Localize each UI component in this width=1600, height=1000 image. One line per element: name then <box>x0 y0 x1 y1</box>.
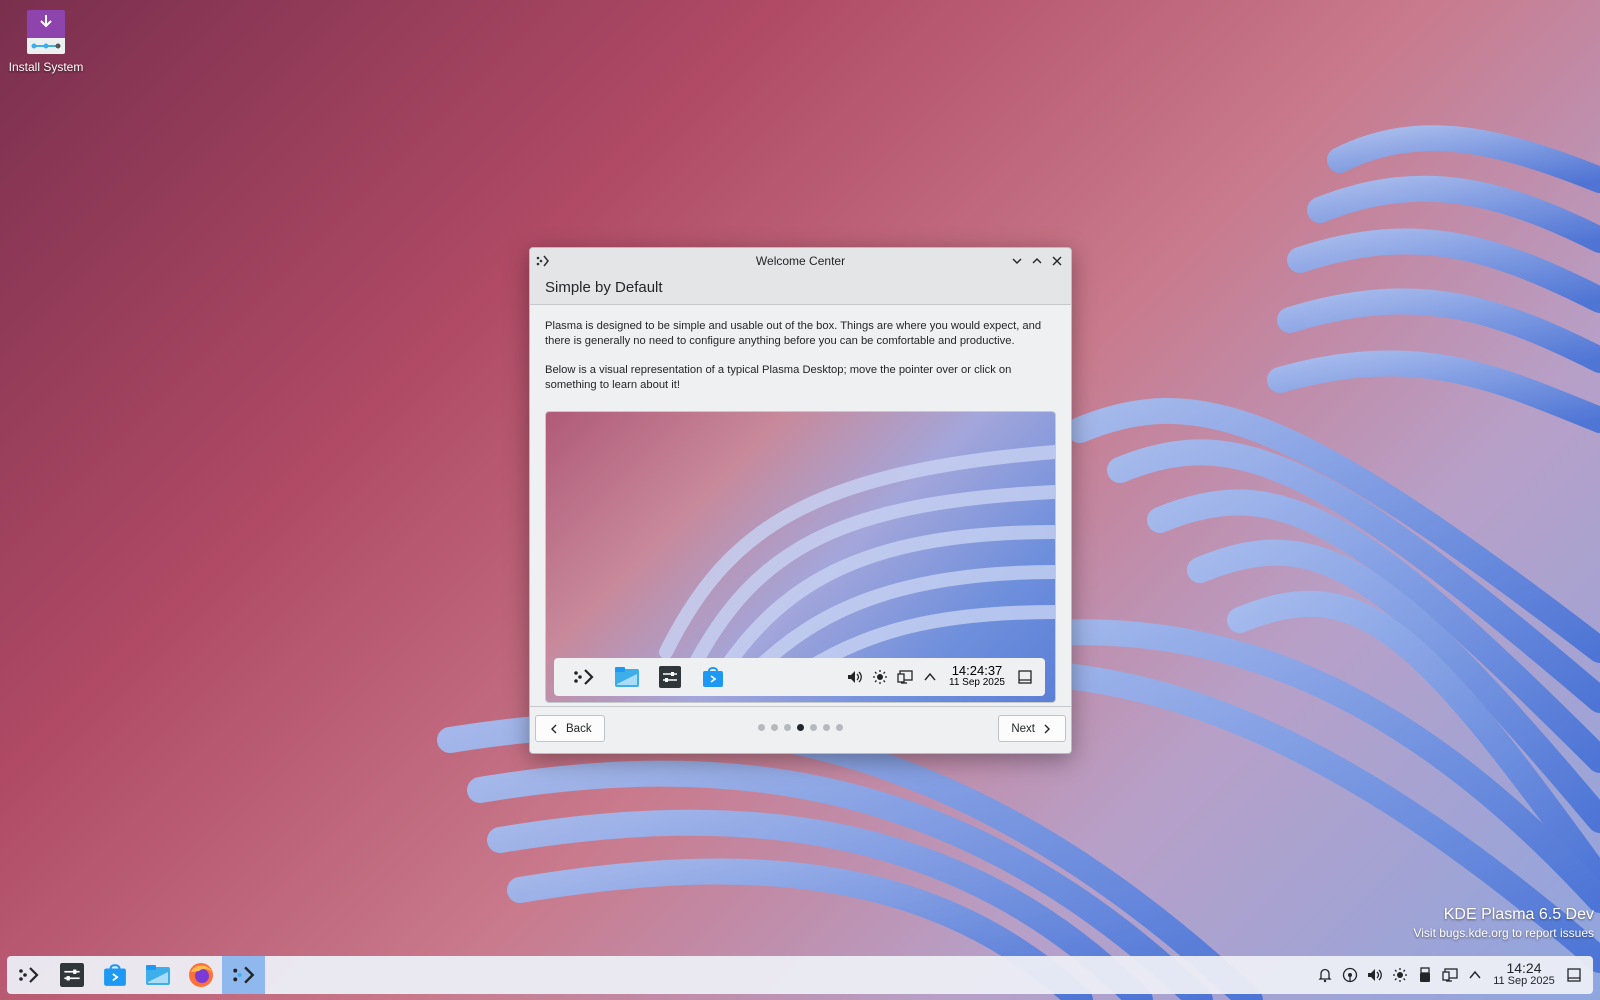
chevron-right-icon <box>1044 724 1050 733</box>
welcome-center-window: Welcome Center Simple by Default Plasma … <box>529 247 1072 754</box>
expand-tray-icon <box>923 672 936 681</box>
discover-icon <box>702 667 723 687</box>
preview-volume[interactable] <box>842 669 867 685</box>
watermark-subtitle: Visit bugs.kde.org to report issues <box>1413 926 1594 940</box>
taskbar-panel: 14:24 11 Sep 2025 <box>7 956 1593 994</box>
tray-expand[interactable] <box>1462 968 1487 982</box>
tray-notifications[interactable] <box>1312 967 1337 983</box>
show-desktop-icon <box>1017 670 1032 684</box>
firefox-icon <box>188 963 213 987</box>
tray-display[interactable] <box>1437 967 1462 983</box>
usb-icon <box>1419 967 1430 982</box>
task-firefox[interactable] <box>179 956 222 994</box>
tray-usb[interactable] <box>1412 967 1437 983</box>
page-dot-current[interactable] <box>797 724 804 731</box>
preview-clock[interactable]: 14:24:37 11 Sep 2025 <box>942 663 1012 689</box>
window-titlebar[interactable]: Welcome Center <box>530 248 1071 274</box>
watermark-title: KDE Plasma 6.5 Dev <box>1443 906 1594 923</box>
page-dot[interactable] <box>784 724 791 731</box>
show-desktop-icon <box>1567 968 1581 982</box>
chevron-up-icon <box>1032 258 1042 264</box>
preview-display[interactable] <box>892 669 917 685</box>
desktop-icon-install-system[interactable]: Install System <box>8 10 84 74</box>
page-dot[interactable] <box>771 724 778 731</box>
next-button[interactable]: Next <box>998 715 1066 742</box>
chevron-down-icon <box>1012 258 1022 264</box>
clock-time: 14:24 <box>1506 960 1542 976</box>
install-system-icon <box>27 10 65 54</box>
description-paragraph: Plasma is designed to be simple and usab… <box>545 320 1042 347</box>
discover-icon <box>103 964 126 986</box>
page-indicator <box>530 724 1071 731</box>
network-icon <box>1342 967 1357 983</box>
preview-expand-tray[interactable] <box>917 670 942 684</box>
page-title: Simple by Default <box>530 274 1071 305</box>
preview-brightness[interactable] <box>867 669 892 685</box>
desktop-preview[interactable]: 14:24:37 11 Sep 2025 <box>545 411 1056 703</box>
desktop-icon-label: Install System <box>8 60 84 74</box>
tray-brightness[interactable] <box>1387 967 1412 983</box>
tray-network[interactable] <box>1337 967 1362 983</box>
page-dot[interactable] <box>758 724 765 731</box>
page-body: Plasma is designed to be simple and usab… <box>530 305 1071 393</box>
display-icon <box>1441 968 1458 982</box>
dolphin-icon <box>145 965 170 985</box>
preview-clock-time: 14:24:37 <box>951 663 1003 678</box>
brightness-icon <box>1392 968 1407 982</box>
page-dot[interactable] <box>836 724 843 731</box>
kde-launcher-icon <box>18 967 39 983</box>
preview-show-desktop[interactable] <box>1012 670 1037 684</box>
close-icon <box>1052 256 1062 266</box>
volume-icon <box>1367 969 1382 981</box>
expand-tray-icon <box>1468 970 1481 979</box>
volume-icon <box>847 671 862 683</box>
system-settings-icon <box>658 666 681 688</box>
clock-date: 11 Sep 2025 <box>1493 975 1555 987</box>
plasma-watermark: KDE Plasma 6.5 Dev Visit bugs.kde.org to… <box>1413 906 1594 940</box>
task-dolphin[interactable] <box>136 956 179 994</box>
page-dot[interactable] <box>810 724 817 731</box>
minimize-button[interactable] <box>1007 251 1027 271</box>
preview-panel[interactable]: 14:24:37 11 Sep 2025 <box>554 658 1045 696</box>
welcome-center-icon <box>232 966 254 984</box>
page-dot[interactable] <box>823 724 830 731</box>
close-button[interactable] <box>1047 251 1067 271</box>
dialog-footer: Back Next <box>530 706 1071 753</box>
tray-volume[interactable] <box>1362 967 1387 983</box>
notifications-icon <box>1317 968 1332 983</box>
application-launcher-button[interactable] <box>7 956 50 994</box>
task-welcome-center[interactable] <box>222 956 265 994</box>
task-system-settings[interactable] <box>50 956 93 994</box>
preview-launcher[interactable] <box>562 659 605 695</box>
display-icon <box>896 670 913 684</box>
task-discover[interactable] <box>93 956 136 994</box>
preview-file-manager[interactable] <box>605 659 648 695</box>
preview-clock-date: 11 Sep 2025 <box>949 677 1005 688</box>
preview-discover[interactable] <box>691 659 734 695</box>
maximize-button[interactable] <box>1027 251 1047 271</box>
show-desktop-button[interactable] <box>1561 968 1587 982</box>
dolphin-icon <box>614 667 639 687</box>
instruction-paragraph: Below is a visual representation of a ty… <box>545 364 1012 391</box>
kde-launcher-icon <box>573 669 594 685</box>
next-label: Next <box>1011 722 1035 735</box>
brightness-icon <box>872 670 887 684</box>
system-settings-icon <box>59 963 84 987</box>
preview-settings[interactable] <box>648 659 691 695</box>
window-title: Welcome Center <box>755 254 846 268</box>
digital-clock[interactable]: 14:24 11 Sep 2025 <box>1487 960 1561 988</box>
